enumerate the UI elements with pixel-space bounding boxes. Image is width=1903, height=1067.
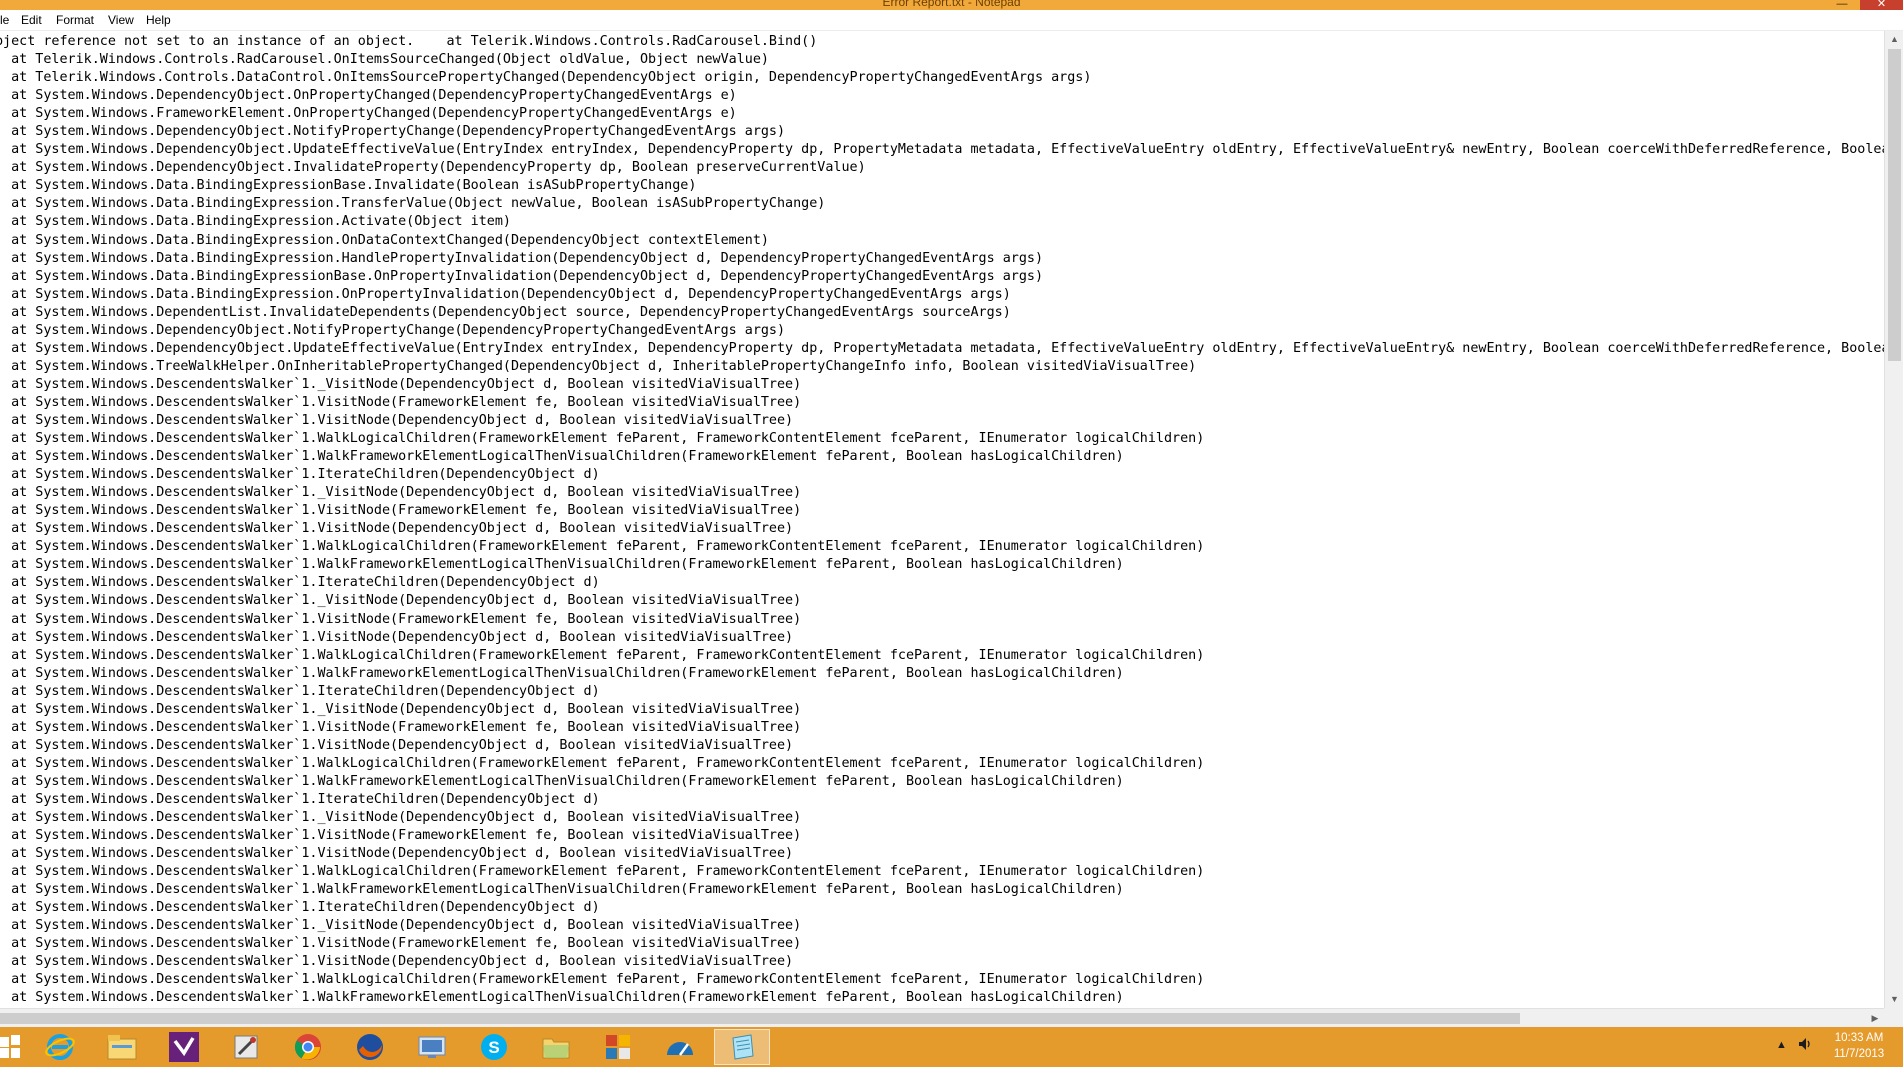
text-line: at System.Windows.DependentList.Invalida…	[0, 304, 1011, 320]
text-line: at System.Windows.DescendentsWalker`1.Vi…	[0, 936, 802, 952]
text-line: at System.Windows.DescendentsWalker`1.It…	[0, 467, 600, 483]
text-line: at System.Windows.DescendentsWalker`1.Wa…	[0, 773, 1124, 789]
start-windows-icon[interactable]	[0, 1035, 22, 1059]
menu-format[interactable]: Format	[56, 13, 94, 27]
text-line: at System.Windows.DescendentsWalker`1.Wa…	[0, 864, 1205, 880]
vertical-scroll-thumb[interactable]	[1888, 49, 1901, 361]
window-title: Error Report.txt - Notepad	[882, 0, 1021, 9]
text-line: at System.Windows.DescendentsWalker`1.Wa…	[0, 882, 1124, 898]
scroll-down-icon[interactable]: ▼	[1885, 991, 1903, 1008]
text-line: at System.Windows.DescendentsWalker`1.It…	[0, 683, 600, 699]
clock-date: 11/7/2013	[1833, 1048, 1885, 1060]
title-bar: Error Report.txt - Notepad — ✕	[0, 0, 1903, 10]
text-line: at System.Windows.DependencyObject.Inval…	[0, 160, 866, 176]
text-line: at System.Windows.DescendentsWalker`1._V…	[0, 810, 802, 826]
folder-icon[interactable]	[528, 1029, 584, 1065]
file-explorer-icon[interactable]	[94, 1029, 150, 1065]
text-line: at System.Windows.DescendentsWalker`1.Vi…	[0, 394, 802, 410]
dashboard-icon[interactable]	[652, 1029, 708, 1065]
text-line: at System.Windows.DescendentsWalker`1.Wa…	[0, 755, 1205, 771]
menu-file[interactable]: le	[0, 13, 9, 27]
text-line: at System.Windows.DependencyObject.Updat…	[0, 142, 1884, 158]
firefox-icon[interactable]	[342, 1029, 398, 1065]
text-line: at System.Windows.DependencyObject.Notif…	[0, 124, 786, 140]
visual-studio-icon[interactable]	[156, 1029, 212, 1065]
menu-help[interactable]: Help	[146, 13, 171, 27]
text-line: at System.Windows.DependencyObject.Notif…	[0, 322, 786, 338]
text-line: at Telerik.Windows.Controls.DataControl.…	[0, 70, 1092, 86]
text-line: at System.Windows.DescendentsWalker`1._V…	[0, 485, 802, 501]
svg-text:S: S	[488, 1038, 499, 1057]
text-line: at System.Windows.DescendentsWalker`1.Wa…	[0, 557, 1124, 573]
text-line: at System.Windows.DescendentsWalker`1.Vi…	[0, 611, 802, 627]
text-line: at Telerik.Windows.Controls.RadCarousel.…	[0, 52, 769, 68]
text-line: at System.Windows.TreeWalkHelper.OnInher…	[0, 358, 1197, 374]
text-line: at System.Windows.Data.BindingExpression…	[0, 178, 697, 194]
text-line: at System.Windows.DescendentsWalker`1.It…	[0, 791, 600, 807]
horizontal-scroll-thumb[interactable]	[0, 1013, 1520, 1024]
clock-time: 10:33 AM	[1834, 1032, 1884, 1044]
show-hidden-icons-icon[interactable]: ▲	[1776, 1039, 1787, 1051]
text-line: at System.Windows.Data.BindingExpression…	[0, 232, 769, 248]
text-line: at System.Windows.Data.BindingExpression…	[0, 214, 511, 230]
text-line: at System.Windows.Data.BindingExpression…	[0, 250, 1044, 266]
text-line: at System.Windows.DescendentsWalker`1.Vi…	[0, 737, 794, 753]
chrome-icon[interactable]	[280, 1029, 336, 1065]
text-line: at System.Windows.DescendentsWalker`1.Wa…	[0, 990, 1124, 1006]
text-line: at System.Windows.DescendentsWalker`1.Vi…	[0, 521, 794, 537]
text-line: at System.Windows.DescendentsWalker`1._V…	[0, 701, 802, 717]
system-clock[interactable]: 10:33 AM 11/7/2013	[1824, 1030, 1894, 1062]
text-line: at System.Windows.DescendentsWalker`1._V…	[0, 593, 802, 609]
text-line: at System.Windows.DescendentsWalker`1._V…	[0, 376, 802, 392]
tools-icon[interactable]	[218, 1029, 274, 1065]
text-line: at System.Windows.DescendentsWalker`1.It…	[0, 900, 600, 916]
taskbar: S ▲ 10:33 AM 11/7/2013	[0, 1027, 1903, 1067]
remote-desktop-icon[interactable]	[404, 1029, 460, 1065]
text-line: at System.Windows.DescendentsWalker`1.Vi…	[0, 846, 794, 862]
text-line: at System.Windows.Data.BindingExpression…	[0, 196, 826, 212]
scroll-up-icon[interactable]: ▲	[1885, 31, 1903, 48]
text-line: at System.Windows.DescendentsWalker`1.Wa…	[0, 972, 1205, 988]
internet-explorer-icon[interactable]	[32, 1029, 88, 1065]
text-line: at System.Windows.DependencyObject.OnPro…	[0, 88, 737, 104]
text-line: at System.Windows.DescendentsWalker`1.Vi…	[0, 719, 802, 735]
text-line: at System.Windows.DescendentsWalker`1.Vi…	[0, 503, 802, 519]
text-line: at System.Windows.DescendentsWalker`1.Vi…	[0, 412, 794, 428]
text-line: at System.Windows.DescendentsWalker`1.Wa…	[0, 449, 1124, 465]
text-line: at System.Windows.DescendentsWalker`1.Vi…	[0, 629, 794, 645]
text-line: at System.Windows.DescendentsWalker`1.It…	[0, 575, 600, 591]
text-line: bject reference not set to an instance o…	[0, 34, 818, 49]
text-line: at System.Windows.DescendentsWalker`1.Wa…	[0, 431, 1205, 447]
menu-edit[interactable]: Edit	[21, 13, 42, 27]
text-line: at System.Windows.DescendentsWalker`1.Wa…	[0, 665, 1124, 681]
text-line: at System.Windows.DescendentsWalker`1.Wa…	[0, 647, 1205, 663]
vertical-scrollbar[interactable]: ▲ ▼	[1884, 31, 1903, 1008]
office-icon[interactable]	[590, 1029, 646, 1065]
scroll-right-icon[interactable]: ▶	[1866, 1009, 1884, 1028]
volume-icon[interactable]	[1797, 1036, 1813, 1055]
text-editor[interactable]: bject reference not set to an instance o…	[0, 31, 1884, 1008]
minimize-button[interactable]: —	[1830, 0, 1854, 10]
skype-icon[interactable]: S	[466, 1029, 522, 1065]
text-line: at System.Windows.Data.BindingExpression…	[0, 268, 1044, 284]
text-line: at System.Windows.DescendentsWalker`1.Wa…	[0, 539, 1205, 555]
editor-text[interactable]: bject reference not set to an instance o…	[0, 31, 1884, 1008]
text-line: at System.Windows.DescendentsWalker`1._V…	[0, 918, 802, 934]
scrollbar-corner	[1884, 1008, 1903, 1027]
horizontal-scrollbar[interactable]: ▶	[0, 1008, 1884, 1028]
close-button[interactable]: ✕	[1860, 0, 1903, 10]
text-line: at System.Windows.Data.BindingExpression…	[0, 286, 1011, 302]
menu-view[interactable]: View	[108, 13, 134, 27]
text-line: at System.Windows.DescendentsWalker`1.Vi…	[0, 828, 802, 844]
text-line: at System.Windows.FrameworkElement.OnPro…	[0, 106, 737, 122]
text-line: at System.Windows.DescendentsWalker`1.Vi…	[0, 954, 794, 970]
notepad-icon[interactable]	[714, 1029, 770, 1065]
text-line: at System.Windows.DependencyObject.Updat…	[0, 340, 1884, 356]
menu-bar: le Edit Format View Help	[0, 10, 1903, 31]
